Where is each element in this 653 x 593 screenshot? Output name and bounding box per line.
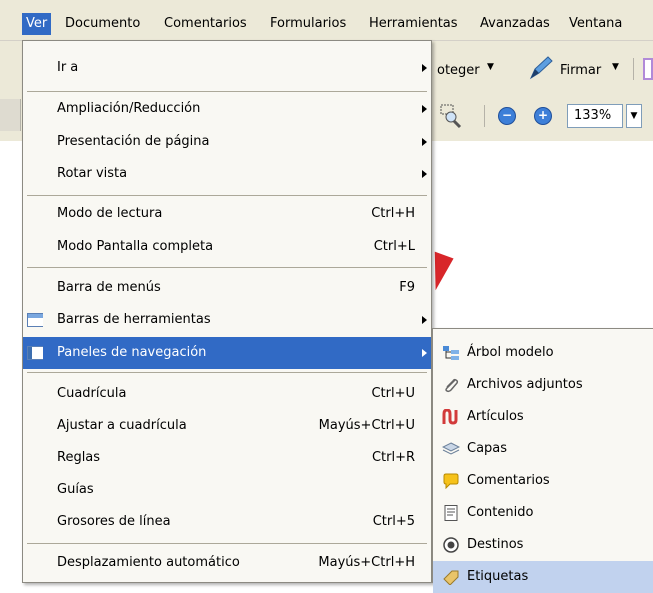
submenu-item-label: Destinos [467,537,524,552]
submenu-item-label: Archivos adjuntos [467,377,583,392]
submenu-item-contenido[interactable]: Contenido [433,497,653,529]
menu-separator [27,543,427,544]
view-menu: Ir a Ampliación/Reducción Presentación d… [22,40,432,583]
menu-item-paneles-navegacion[interactable]: Paneles de navegación [23,337,431,369]
model-tree-icon [443,346,459,360]
submenu-item-etiquetas[interactable]: Etiquetas [433,561,653,593]
submenu-item-label: Contenido [467,505,534,520]
submenu-item-arbol-modelo[interactable]: Árbol modelo [433,337,653,369]
toolbar-left-edge [0,99,21,131]
menu-item-shortcut: Ctrl+H [371,206,415,221]
zoom-input[interactable]: 133% [567,104,623,128]
menu-separator [27,372,427,373]
zoom-out-icon[interactable]: − [498,107,516,125]
menu-item-label: Ajustar a cuadrícula [57,418,187,433]
navigation-panels-icon [27,346,43,360]
menubar-item-ver[interactable]: Ver [22,13,52,35]
menubar-item-comentarios[interactable]: Comentarios [160,13,251,35]
menu-item-reglas[interactable]: Reglas Ctrl+R [23,442,431,474]
content-icon [444,505,458,521]
proteger-button-label[interactable]: oteger [437,63,480,78]
firmar-button-label[interactable]: Firmar [560,63,601,78]
menu-item-label: Ampliación/Reducción [57,101,201,116]
menu-item-grosores-linea[interactable]: Grosores de línea Ctrl+5 [23,506,431,538]
menu-item-shortcut: Mayús+Ctrl+H [318,555,415,570]
marquee-zoom-icon[interactable] [438,103,464,129]
menu-item-label: Grosores de línea [57,514,171,529]
toolbars-icon [27,313,43,327]
zoom-in-icon[interactable]: + [534,107,552,125]
navigation-panels-submenu: Árbol modelo Archivos adjuntos Artículos… [432,328,653,593]
menu-item-barra-menus[interactable]: Barra de menús F9 [23,272,431,304]
submenu-item-articulos[interactable]: Artículos [433,401,653,433]
submenu-arrow-icon [422,64,427,72]
toolbar-separator [484,105,485,127]
menu-item-pantalla-completa[interactable]: Modo Pantalla completa Ctrl+L [23,231,431,263]
menu-item-shortcut: F9 [399,280,415,295]
submenu-item-capas[interactable]: Capas [433,433,653,465]
submenu-item-comentarios[interactable]: Comentarios [433,465,653,497]
menu-separator [27,195,427,196]
menu-item-desplazamiento-automatico[interactable]: Desplazamiento automático Mayús+Ctrl+H [23,547,431,579]
menu-item-shortcut: Ctrl+U [371,386,415,401]
menu-item-label: Presentación de página [57,134,210,149]
menu-item-label: Desplazamiento automático [57,555,240,570]
menubar-item-avanzadas[interactable]: Avanzadas [476,13,554,35]
menu-item-label: Rotar vista [57,166,128,181]
menu-bar: Ver Documento Comentarios Formularios He… [0,0,653,41]
submenu-item-label: Artículos [467,409,524,424]
submenu-item-label: Etiquetas [467,569,529,584]
firmar-dropdown-icon[interactable]: ▼ [612,62,619,72]
menu-item-shortcut: Ctrl+5 [372,514,415,529]
menu-separator [27,267,427,268]
menu-item-ampliacion[interactable]: Ampliación/Reducción [23,93,431,125]
destinations-icon [443,537,459,553]
toolbar-separator [633,58,634,80]
menu-item-label: Reglas [57,450,101,465]
menu-item-shortcut: Ctrl+L [373,239,415,254]
proteger-dropdown-icon[interactable]: ▼ [487,62,494,72]
menu-item-label: Paneles de navegación [57,345,207,360]
menu-item-label: Barra de menús [57,280,161,295]
submenu-item-label: Comentarios [467,473,550,488]
paperclip-icon [445,378,459,393]
submenu-arrow-icon [422,170,427,178]
submenu-arrow-icon [422,105,427,113]
comment-icon [443,473,459,489]
menu-item-barras-herramientas[interactable]: Barras de herramientas [23,304,431,336]
menu-item-ir-a[interactable]: Ir a [23,52,431,84]
menu-item-shortcut: Mayús+Ctrl+U [318,418,415,433]
submenu-arrow-icon [422,349,427,357]
menu-item-ajustar-cuadricula[interactable]: Ajustar a cuadrícula Mayús+Ctrl+U [23,410,431,442]
menu-item-label: Modo Pantalla completa [57,239,214,254]
menu-item-cuadricula[interactable]: Cuadrícula Ctrl+U [23,378,431,410]
menubar-item-ventana[interactable]: Ventana [565,13,626,35]
submenu-item-label: Árbol modelo [467,345,554,360]
menubar-item-formularios[interactable]: Formularios [266,13,350,35]
menu-item-label: Ir a [57,60,79,75]
menubar-item-herramientas[interactable]: Herramientas [365,13,462,35]
submenu-arrow-icon [422,138,427,146]
submenu-item-archivos-adjuntos[interactable]: Archivos adjuntos [433,369,653,401]
menu-item-rotar-vista[interactable]: Rotar vista [23,158,431,190]
menu-item-label: Cuadrícula [57,386,127,401]
menu-item-shortcut: Ctrl+R [371,450,415,465]
articles-icon [442,409,458,425]
form-icon-partial[interactable] [643,58,653,80]
layers-icon [442,442,460,455]
pen-sign-icon[interactable] [528,55,554,81]
menubar-item-documento[interactable]: Documento [61,13,144,35]
menu-item-label: Barras de herramientas [57,312,211,327]
menu-item-label: Guías [57,482,94,497]
menu-item-modo-lectura[interactable]: Modo de lectura Ctrl+H [23,198,431,230]
menu-item-guias[interactable]: Guías [23,474,431,506]
zoom-dropdown-icon[interactable]: ▼ [626,104,642,128]
menubar-item-edit-partial[interactable] [0,13,4,35]
menu-separator [27,91,427,92]
submenu-arrow-icon [422,316,427,324]
submenu-item-destinos[interactable]: Destinos [433,529,653,561]
menu-item-presentacion[interactable]: Presentación de página [23,126,431,158]
menu-item-label: Modo de lectura [57,206,163,221]
submenu-item-label: Capas [467,441,508,456]
